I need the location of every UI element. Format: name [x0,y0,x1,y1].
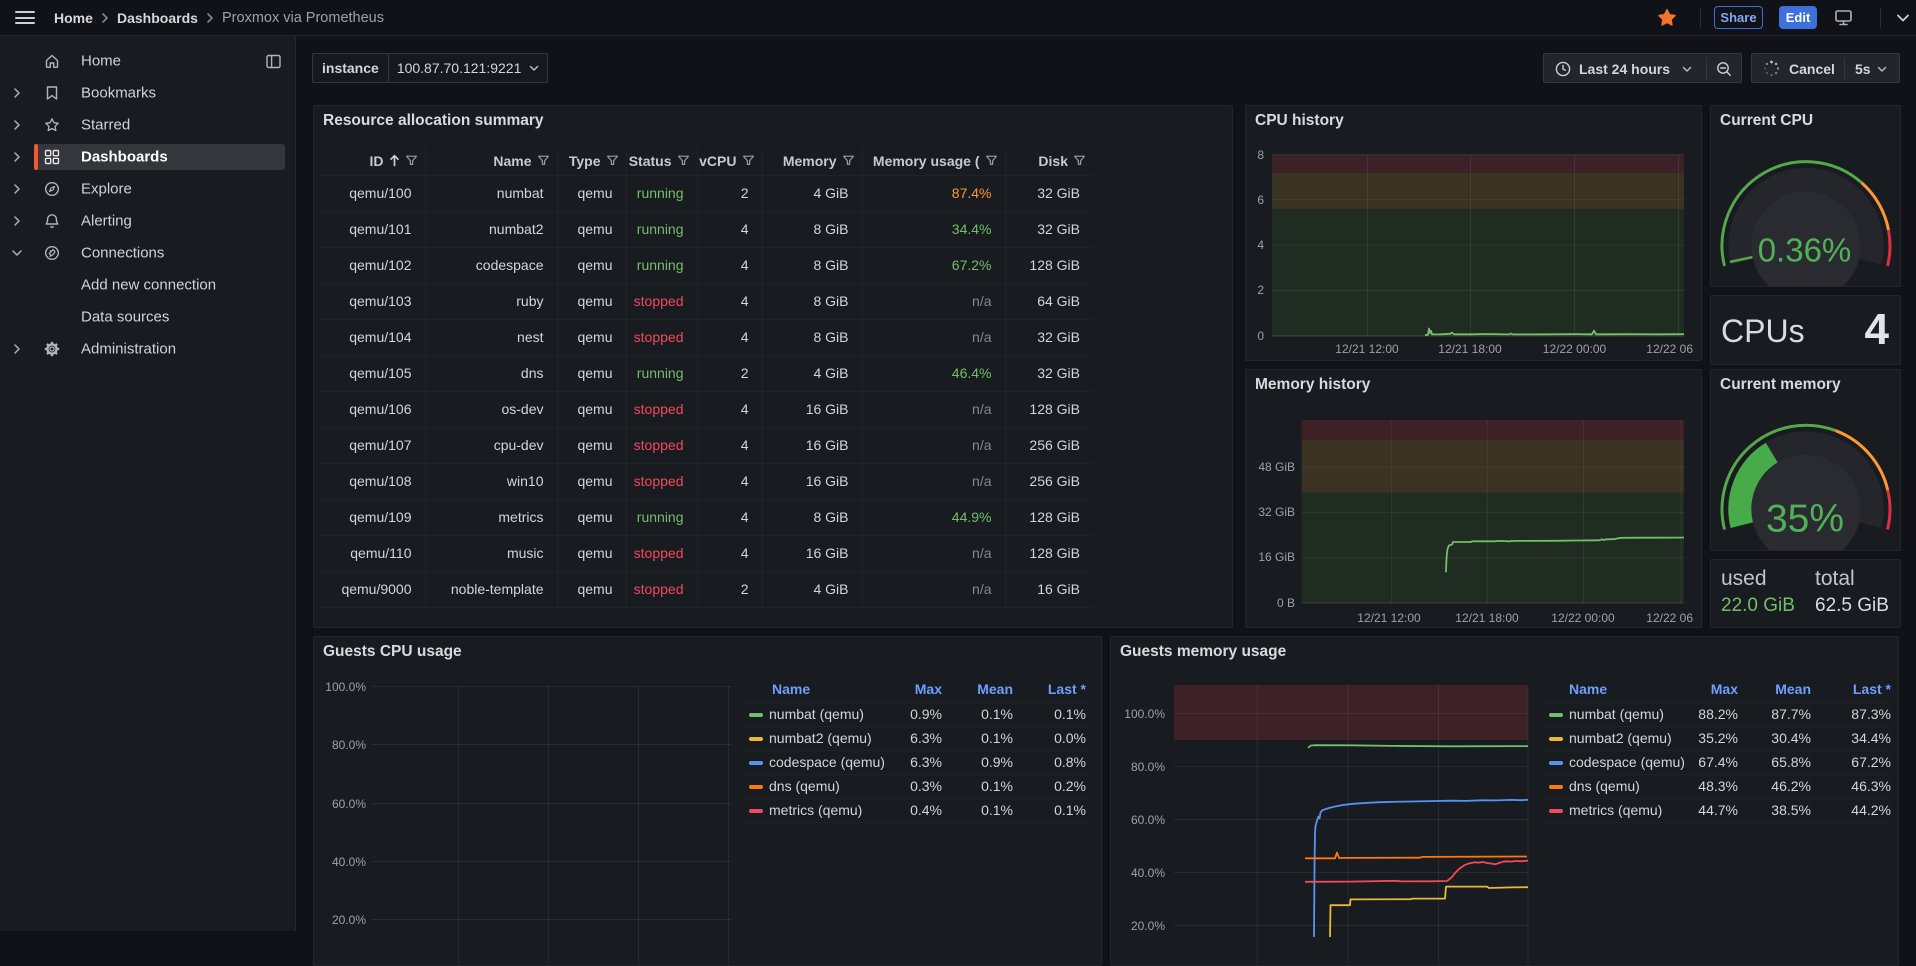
svg-text:0.36%: 0.36% [1758,232,1852,269]
svg-text:32 GiB: 32 GiB [1258,505,1295,519]
svg-text:20.0%: 20.0% [332,913,366,927]
svg-text:12/21 12:00: 12/21 12:00 [1335,342,1399,356]
svg-text:80.0%: 80.0% [332,738,366,752]
svg-text:40.0%: 40.0% [332,855,366,869]
svg-text:48 GiB: 48 GiB [1258,460,1295,474]
svg-text:0: 0 [1257,329,1264,343]
svg-text:12/22 06: 12/22 06 [1646,611,1693,625]
svg-text:80.0%: 80.0% [1131,760,1165,774]
svg-text:100.0%: 100.0% [325,680,366,694]
svg-text:12/22 00:00: 12/22 00:00 [1543,342,1607,356]
svg-text:16 GiB: 16 GiB [1258,550,1295,564]
svg-text:4: 4 [1257,238,1264,252]
svg-text:40.0%: 40.0% [1131,866,1165,880]
svg-text:12/21 18:00: 12/21 18:00 [1455,611,1519,625]
svg-text:12/21 12:00: 12/21 12:00 [1357,611,1421,625]
svg-text:60.0%: 60.0% [332,797,366,811]
svg-text:0 B: 0 B [1277,596,1295,610]
svg-text:8: 8 [1257,148,1264,162]
svg-text:60.0%: 60.0% [1131,813,1165,827]
svg-text:2: 2 [1257,283,1264,297]
svg-text:12/22 06: 12/22 06 [1646,342,1693,356]
svg-text:100.0%: 100.0% [1124,707,1165,721]
svg-text:12/21 18:00: 12/21 18:00 [1438,342,1502,356]
svg-text:6: 6 [1257,193,1264,207]
svg-text:12/22 00:00: 12/22 00:00 [1551,611,1615,625]
svg-text:35%: 35% [1766,498,1844,541]
